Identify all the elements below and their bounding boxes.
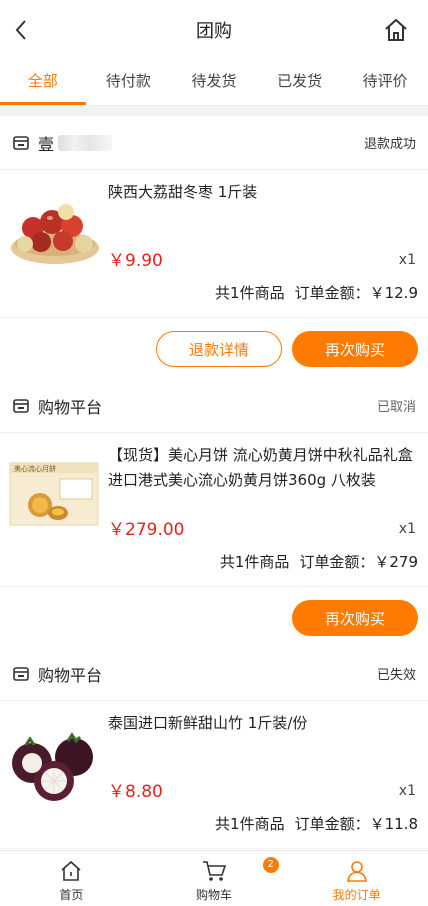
order-total: 订单金额：￥279 (299, 553, 418, 571)
product-quantity: x1 (398, 252, 416, 268)
nav-home-label: 首页 (59, 888, 84, 902)
order-card: 购物平台 已失效 泰国进口新鲜甜山竹 1斤装/份 ￥8.80 x1 共1件商品订… (0, 647, 428, 850)
shop-name[interactable]: 购物平台 (38, 662, 102, 686)
item-count: 共1件商品 (215, 284, 285, 302)
shop-name[interactable]: 壹 (38, 131, 54, 155)
shop-name[interactable]: 购物平台 (38, 394, 102, 418)
home-icon[interactable] (382, 16, 410, 44)
order-card-header: 壹 退款成功 (0, 116, 428, 170)
order-card: 购物平台 已取消 美心流心月餅 【现货】美心月饼 流心奶黄月饼中秋礼品礼盒 进口… (0, 379, 428, 649)
order-actions: 退款详情 再次购买 (0, 318, 428, 380)
order-actions: 再次购买 (0, 587, 428, 649)
chevron-left-icon[interactable] (8, 16, 36, 44)
bottom-navigation: 首页 2 购物车 我的订单 (0, 850, 428, 906)
order-summary: 共1件商品 订单金额：￥279 (0, 551, 428, 587)
top-bar: 团购 (0, 0, 428, 60)
tab-pending-shipment[interactable]: 待发货 (171, 60, 257, 105)
order-total: 订单金额：￥11.8 (294, 815, 418, 833)
order-summary: 共1件商品 订单金额：￥12.9 (0, 282, 428, 318)
order-summary: 共1件商品 订单金额：￥11.8 (0, 813, 428, 849)
order-tabs: 全部 待付款 待发货 已发货 待评价 (0, 60, 428, 106)
product-quantity: x1 (398, 783, 416, 799)
order-card-header: 购物平台 已取消 (0, 379, 428, 433)
nav-my-orders[interactable]: 我的订单 (285, 851, 428, 906)
product-price: ￥279.00 (108, 520, 185, 540)
nav-home[interactable]: 首页 (0, 851, 143, 906)
shop-icon (13, 666, 29, 681)
product-row[interactable]: 泰国进口新鲜甜山竹 1斤装/份 ￥8.80 x1 (0, 701, 428, 813)
jujube-product-image (11, 204, 99, 264)
product-price: ￥8.80 (108, 782, 163, 802)
order-list: 壹 退款成功 陕西大荔甜冬枣 1斤装 ￥9.90 x1 共1件商品 订单金额：￥… (0, 106, 428, 850)
product-row[interactable]: 美心流心月餅 【现货】美心月饼 流心奶黄月饼中秋礼品礼盒 进口港式美心流心奶黄月… (0, 433, 428, 551)
tab-pending-review[interactable]: 待评价 (342, 60, 428, 105)
page-title: 团购 (196, 21, 232, 42)
buy-again-button[interactable]: 再次购买 (292, 600, 418, 636)
mooncake-product-image: 美心流心月餅 (9, 462, 99, 526)
product-name: 【现货】美心月饼 流心奶黄月饼中秋礼品礼盒 进口港式美心流心奶黄月饼360g 八… (108, 446, 413, 489)
shop-icon (13, 398, 29, 413)
order-card-header: 购物平台 已失效 (0, 647, 428, 701)
mooncake-box-brand: 美心流心月餅 (14, 464, 56, 473)
nav-my-orders-label: 我的订单 (332, 888, 381, 902)
cart-badge: 2 (262, 857, 279, 873)
mangosteen-product-image (12, 732, 93, 801)
order-status: 已失效 (376, 668, 416, 683)
nav-cart-label: 购物车 (196, 888, 233, 902)
product-price: ￥9.90 (108, 251, 163, 271)
order-total: 订单金额：￥12.9 (294, 284, 418, 302)
home-icon (61, 860, 81, 881)
cart-icon (203, 861, 227, 881)
item-count: 共1件商品 (219, 553, 290, 571)
order-status: 已取消 (376, 400, 416, 415)
shop-icon (13, 135, 29, 150)
order-status: 退款成功 (363, 137, 416, 152)
user-icon (346, 861, 367, 882)
refund-details-button[interactable]: 退款详情 (156, 331, 282, 367)
tab-pending-payment[interactable]: 待付款 (86, 60, 172, 105)
product-row[interactable]: 陕西大荔甜冬枣 1斤装 ￥9.90 x1 (0, 170, 428, 282)
nav-cart[interactable]: 2 购物车 (143, 851, 286, 906)
order-card: 壹 退款成功 陕西大荔甜冬枣 1斤装 ￥9.90 x1 共1件商品 订单金额：￥… (0, 116, 428, 380)
buy-again-button[interactable]: 再次购买 (292, 331, 418, 367)
product-quantity: x1 (398, 521, 416, 537)
tab-all[interactable]: 全部 (0, 60, 86, 105)
product-name: 陕西大荔甜冬枣 1斤装 (108, 183, 258, 201)
tab-shipped[interactable]: 已发货 (257, 60, 343, 105)
product-name: 泰国进口新鲜甜山竹 1斤装/份 (108, 714, 308, 732)
item-count: 共1件商品 (215, 815, 285, 833)
shop-name-redacted (58, 134, 113, 151)
